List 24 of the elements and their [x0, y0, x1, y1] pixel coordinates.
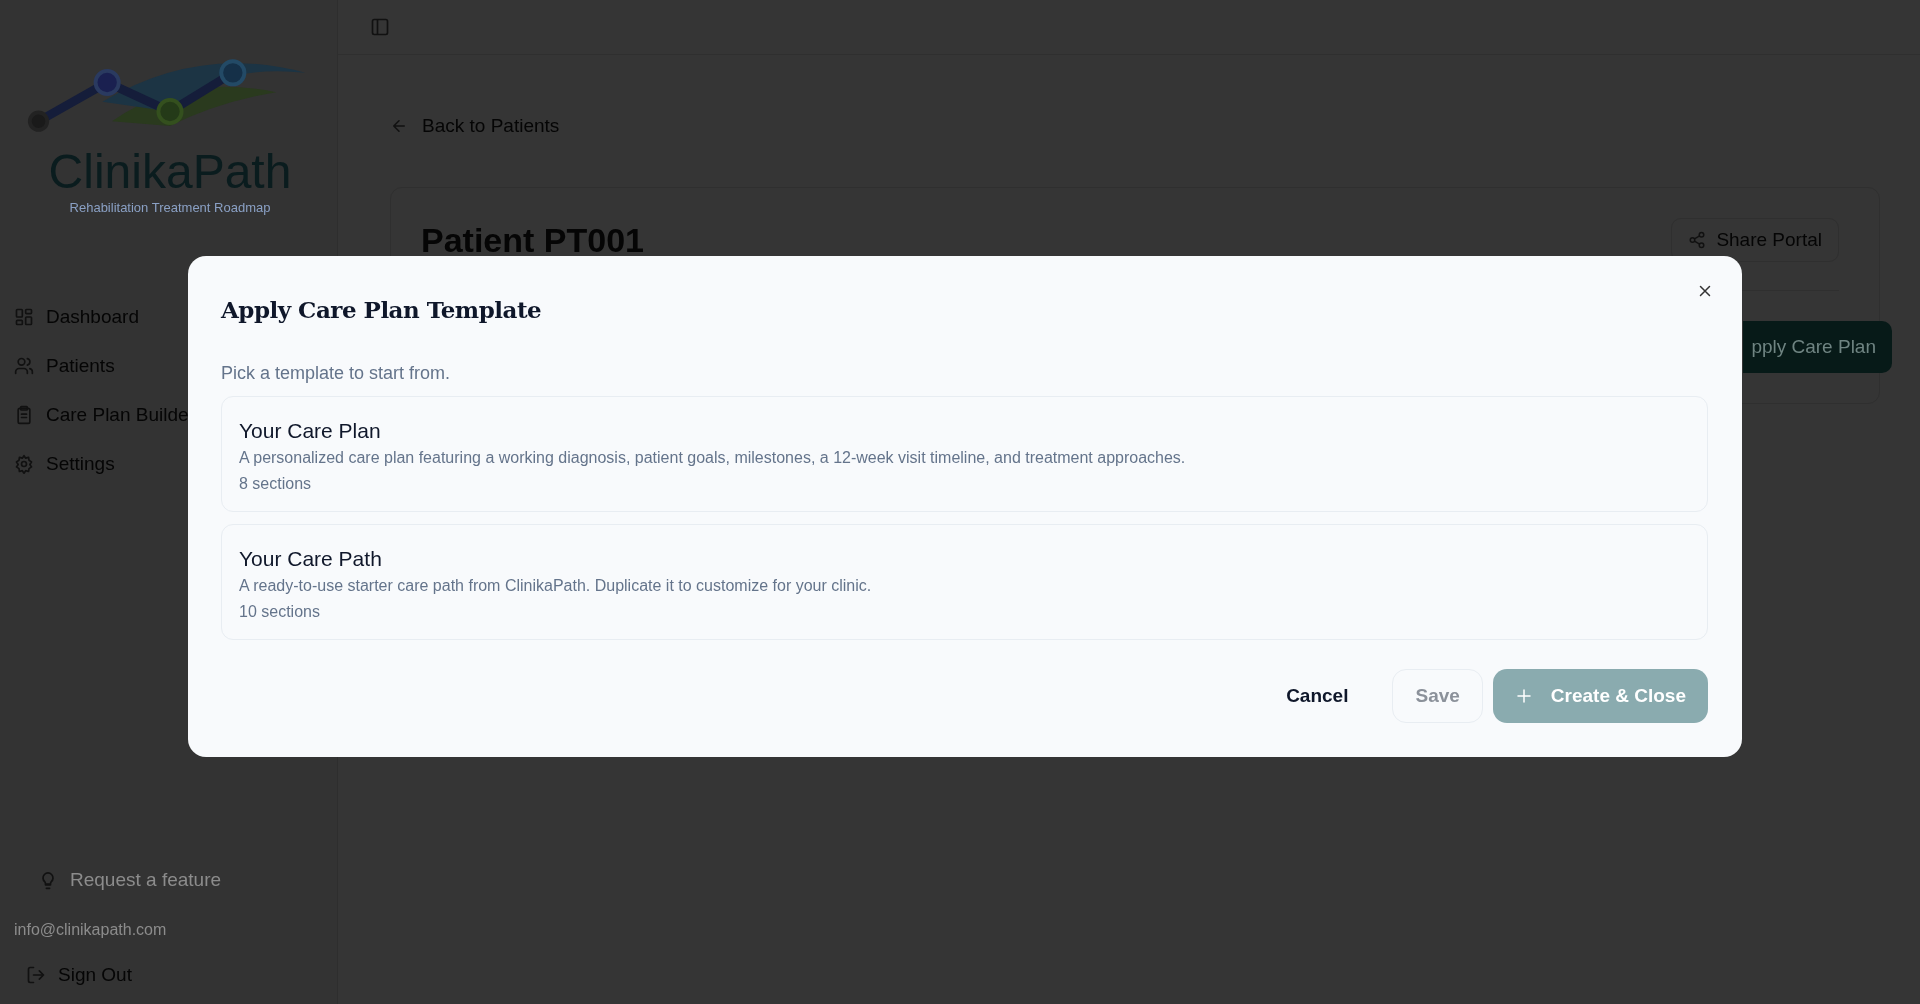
template-description: A personalized care plan featuring a working diagnosis, patient goals, milestones, a 12-week visit timeline, and treatment approaches. — [239, 449, 1187, 467]
template-name: Your Care Plan — [239, 419, 382, 443]
dashboard-icon — [14, 306, 34, 327]
panel-icon — [370, 17, 390, 37]
request-feature-link[interactable]: Request a feature — [38, 862, 222, 897]
template-section-count: 8 sections — [239, 475, 313, 493]
template-option[interactable]: Your Care Plan A personalized care plan featuring a working diagnosis, patient goals, milestones, a 12-week visit timeline, and treatment approaches. 8 sections — [221, 396, 1708, 512]
user-email: info@clinikapath.com — [13, 921, 167, 939]
share-icon — [1688, 231, 1707, 249]
clipboard-icon — [14, 404, 34, 425]
template-description: A ready-to-use starter care path from ClinikaPath. Duplicate it to customize for your clinic. — [239, 577, 873, 595]
users-icon — [14, 355, 34, 376]
arrow-left-icon — [390, 117, 408, 135]
cancel-button[interactable]: Cancel — [1264, 669, 1371, 723]
logo-tagline: Rehabilitation Treatment Roadmap — [69, 200, 271, 215]
plus-icon — [1514, 687, 1533, 705]
apply-care-plan-button[interactable]: pply Care Plan — [1743, 321, 1892, 373]
template-option[interactable]: Your Care Path A ready-to-use starter care path from ClinikaPath. Duplicate it to customize for your clinic. 10 sections — [221, 524, 1708, 640]
dialog-title: Apply Care Plan Template — [221, 296, 543, 323]
sign-out-icon — [26, 964, 46, 985]
template-section-count: 10 sections — [239, 603, 321, 621]
gear-icon — [14, 453, 34, 474]
dialog-subtitle: Pick a template to start from. — [221, 363, 452, 384]
template-name: Your Care Path — [239, 547, 383, 571]
